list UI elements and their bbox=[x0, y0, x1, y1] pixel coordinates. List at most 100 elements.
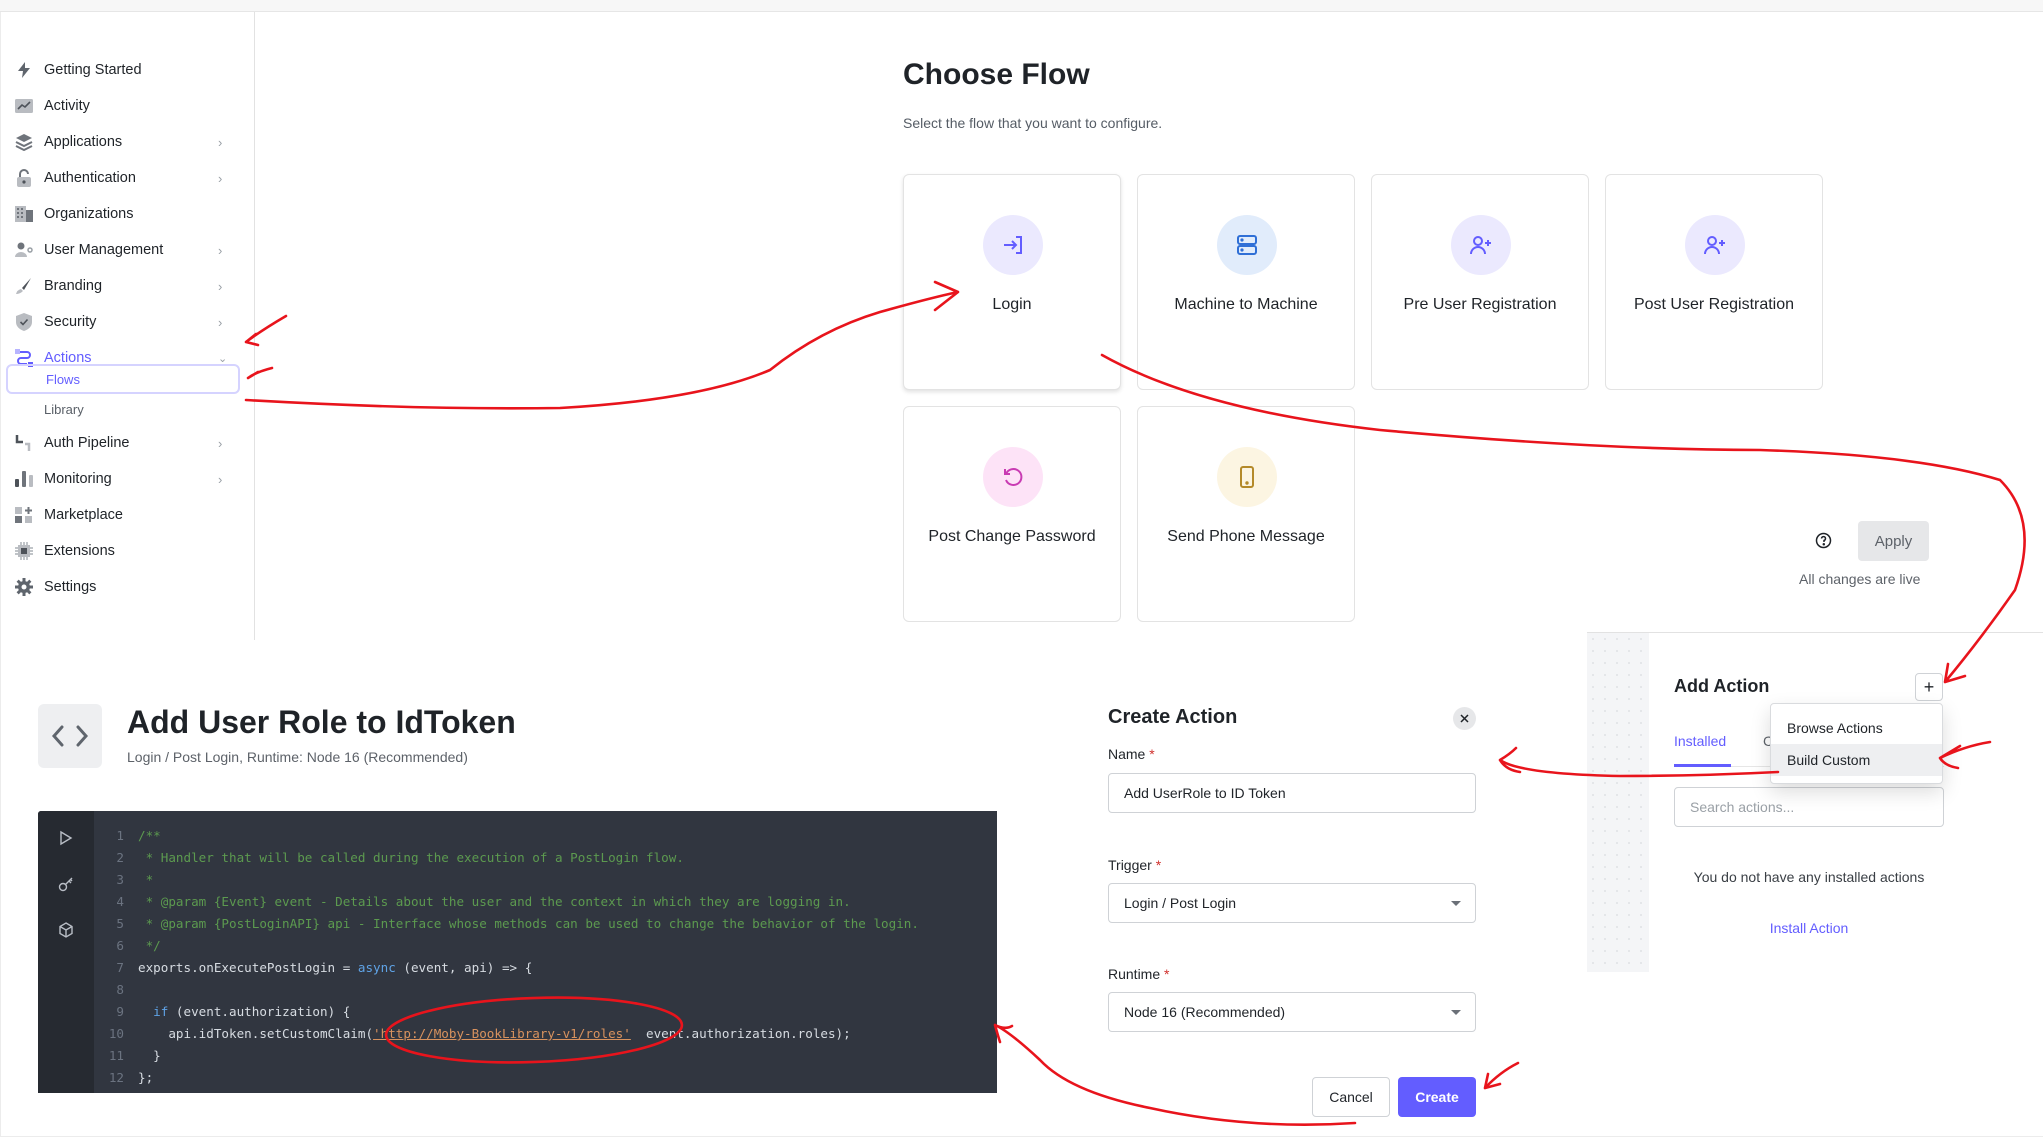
annotation-arrow-create bbox=[1483, 1061, 1520, 1090]
code-content[interactable]: 1 /** 2 * Handler that will be called duri… bbox=[94, 825, 997, 1093]
sidebar-item-extensions[interactable]: Extensions bbox=[0, 536, 240, 566]
flow-card-label: Pre User Registration bbox=[1403, 296, 1557, 313]
add-action-plus-button[interactable]: + bbox=[1915, 673, 1943, 701]
code-token: * Handler that will be called during the… bbox=[138, 850, 684, 865]
flow-card-pre-user-registration[interactable]: Pre User Registration bbox=[1371, 174, 1589, 390]
code-icon bbox=[38, 704, 102, 768]
line-number: 5 bbox=[116, 916, 124, 931]
sidebar-item-applications[interactable]: Applications › bbox=[0, 127, 240, 157]
sidebar-subitem-label: Library bbox=[44, 401, 84, 417]
create-button[interactable]: Create bbox=[1398, 1077, 1476, 1117]
chevron-right-icon: › bbox=[218, 435, 223, 451]
line-number: 9 bbox=[116, 1004, 124, 1019]
code-line: 3 * bbox=[94, 869, 997, 891]
flow-card-label: Post Change Password bbox=[928, 528, 1096, 545]
required-mark: * bbox=[1155, 857, 1162, 873]
install-action-link[interactable]: Install Action bbox=[1674, 920, 1944, 936]
sidebar-item-organizations[interactable]: Organizations bbox=[0, 199, 240, 229]
sidebar-subitem-library[interactable]: Library bbox=[6, 394, 240, 424]
close-button[interactable] bbox=[1453, 707, 1476, 730]
sidebar-item-label: Settings bbox=[44, 579, 97, 595]
menu-item-build-custom[interactable]: Build Custom bbox=[1771, 744, 1942, 776]
action-subtitle: Login / Post Login, Runtime: Node 16 (Re… bbox=[127, 749, 468, 765]
layers-icon bbox=[13, 131, 35, 153]
code-token: async bbox=[357, 960, 396, 975]
sidebar-item-label: Activity bbox=[44, 98, 90, 114]
login-arrow-icon bbox=[983, 215, 1043, 275]
trigger-select[interactable]: Login / Post Login bbox=[1108, 883, 1476, 923]
grid-plus-icon bbox=[13, 504, 35, 526]
code-token: api.idToken.setCustomClaim( bbox=[138, 1026, 374, 1041]
sidebar-subitem-flows[interactable]: Flows bbox=[6, 364, 240, 394]
flow-canvas-edge bbox=[1587, 632, 1649, 972]
sidebar-item-monitoring[interactable]: Monitoring › bbox=[0, 464, 240, 494]
flow-card-post-user-registration[interactable]: Post User Registration bbox=[1605, 174, 1823, 390]
page-subtitle: Select the flow that you want to configu… bbox=[903, 115, 1163, 131]
line-number: 6 bbox=[116, 938, 124, 953]
name-label-text: Name bbox=[1108, 746, 1146, 762]
flow-card-post-change-password[interactable]: Post Change Password bbox=[903, 406, 1121, 622]
chip-icon bbox=[13, 540, 35, 562]
code-line: 1 /** bbox=[94, 825, 997, 847]
sidebar-item-activity[interactable]: Activity bbox=[0, 91, 240, 121]
code-token: /** bbox=[138, 828, 161, 843]
caret-down-icon bbox=[1451, 1010, 1461, 1015]
code-line: 13 bbox=[94, 1089, 997, 1093]
runtime-select[interactable]: Node 16 (Recommended) bbox=[1108, 992, 1476, 1032]
search-actions-input[interactable] bbox=[1674, 787, 1944, 827]
sidebar-item-label: User Management bbox=[44, 242, 164, 258]
code-token: if bbox=[153, 1004, 169, 1019]
sidebar-item-branding[interactable]: Branding › bbox=[0, 271, 240, 301]
chevron-down-icon: ⌄ bbox=[218, 352, 228, 365]
code-line: 6 */ bbox=[94, 935, 997, 957]
package-icon[interactable] bbox=[55, 919, 77, 941]
chevron-right-icon: › bbox=[218, 134, 223, 150]
tab-installed[interactable]: Installed bbox=[1674, 733, 1726, 749]
sidebar-item-label: Getting Started bbox=[44, 62, 142, 78]
code-token: event.authorization.roles); bbox=[630, 1026, 851, 1041]
flow-card-machine-to-machine[interactable]: Machine to Machine bbox=[1137, 174, 1355, 390]
flow-card-send-phone-message[interactable]: Send Phone Message bbox=[1137, 406, 1355, 622]
phone-icon bbox=[1217, 447, 1277, 507]
flow-card-label: Send Phone Message bbox=[1167, 528, 1325, 545]
line-number: 10 bbox=[108, 1026, 124, 1041]
sidebar-item-label: Organizations bbox=[44, 206, 134, 222]
sidebar-item-auth-pipeline[interactable]: Auth Pipeline › bbox=[0, 428, 240, 458]
caret-down-icon bbox=[1451, 901, 1461, 906]
code-line: 7 exports.onExecutePostLogin = async (eve… bbox=[94, 957, 997, 979]
sidebar-item-label: Security bbox=[44, 314, 97, 330]
status-text: All changes are live bbox=[1799, 571, 1921, 587]
sidebar-item-getting-started[interactable]: Getting Started bbox=[0, 55, 240, 85]
chevron-right-icon: › bbox=[218, 242, 223, 258]
runtime-label-text: Runtime bbox=[1108, 966, 1161, 982]
play-icon[interactable] bbox=[55, 827, 77, 849]
user-plus-icon bbox=[1685, 215, 1745, 275]
sidebar-item-label: Monitoring bbox=[44, 471, 112, 487]
sidebar-item-user-management[interactable]: User Management › bbox=[0, 235, 240, 265]
name-input[interactable] bbox=[1108, 773, 1476, 813]
apply-button[interactable]: Apply bbox=[1858, 521, 1929, 561]
sidebar-item-settings[interactable]: Settings bbox=[0, 572, 240, 602]
flow-card-login[interactable]: Login bbox=[903, 174, 1121, 390]
code-token: exports.onExecutePostLogin = bbox=[138, 960, 358, 975]
line-number: 7 bbox=[116, 960, 124, 975]
code-token: (event, api) => { bbox=[395, 960, 533, 975]
rotate-ccw-icon bbox=[983, 447, 1043, 507]
code-editor[interactable]: 1 /** 2 * Handler that will be called duri… bbox=[38, 811, 997, 1093]
runtime-select-value: Node 16 (Recommended) bbox=[1124, 1004, 1286, 1020]
menu-item-browse-actions[interactable]: Browse Actions bbox=[1771, 712, 1942, 744]
sidebar-item-security[interactable]: Security › bbox=[0, 307, 240, 337]
sidebar-item-label: Applications bbox=[44, 134, 123, 150]
sidebar-item-authentication[interactable]: Authentication › bbox=[0, 163, 240, 193]
help-icon[interactable] bbox=[1815, 532, 1832, 549]
required-mark: * bbox=[1164, 966, 1170, 982]
cancel-button[interactable]: Cancel bbox=[1312, 1077, 1390, 1117]
key-icon[interactable] bbox=[55, 873, 77, 895]
chevron-right-icon: › bbox=[218, 170, 223, 186]
line-number: 11 bbox=[108, 1048, 124, 1063]
sidebar-item-marketplace[interactable]: Marketplace bbox=[0, 500, 240, 530]
add-action-title: Add Action bbox=[1674, 676, 1770, 696]
add-action-menu: Browse Actions Build Custom bbox=[1770, 703, 1943, 784]
code-string: 'http://Moby-BookLibrary-v1/roles' bbox=[373, 1026, 631, 1041]
user-gear-icon bbox=[13, 239, 35, 261]
